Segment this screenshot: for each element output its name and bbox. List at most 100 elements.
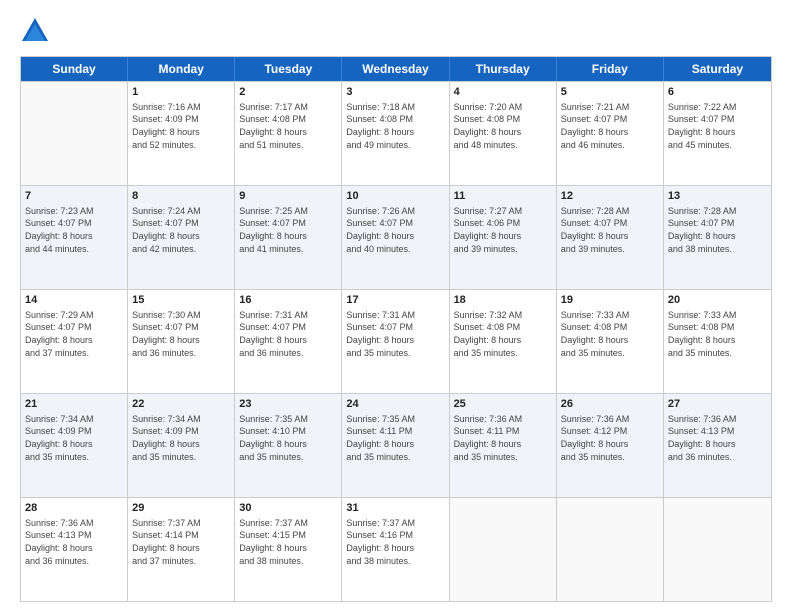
day-number: 19 <box>561 293 659 308</box>
day-number: 4 <box>454 85 552 100</box>
day-number: 24 <box>346 397 444 412</box>
day-info: Sunrise: 7:27 AM Sunset: 4:06 PM Dayligh… <box>454 205 552 255</box>
day-info: Sunrise: 7:32 AM Sunset: 4:08 PM Dayligh… <box>454 309 552 359</box>
day-number: 11 <box>454 189 552 204</box>
day-info: Sunrise: 7:28 AM Sunset: 4:07 PM Dayligh… <box>561 205 659 255</box>
calendar-cell-2-5: 19Sunrise: 7:33 AM Sunset: 4:08 PM Dayli… <box>557 290 664 393</box>
calendar-cell-2-3: 17Sunrise: 7:31 AM Sunset: 4:07 PM Dayli… <box>342 290 449 393</box>
day-number: 5 <box>561 85 659 100</box>
calendar-cell-1-0: 7Sunrise: 7:23 AM Sunset: 4:07 PM Daylig… <box>21 186 128 289</box>
calendar-cell-3-4: 25Sunrise: 7:36 AM Sunset: 4:11 PM Dayli… <box>450 394 557 497</box>
weekday-header-monday: Monday <box>128 57 235 81</box>
calendar-cell-1-3: 10Sunrise: 7:26 AM Sunset: 4:07 PM Dayli… <box>342 186 449 289</box>
calendar-row-4: 28Sunrise: 7:36 AM Sunset: 4:13 PM Dayli… <box>21 497 771 601</box>
day-info: Sunrise: 7:36 AM Sunset: 4:11 PM Dayligh… <box>454 413 552 463</box>
day-info: Sunrise: 7:36 AM Sunset: 4:12 PM Dayligh… <box>561 413 659 463</box>
day-number: 31 <box>346 501 444 516</box>
day-info: Sunrise: 7:33 AM Sunset: 4:08 PM Dayligh… <box>561 309 659 359</box>
calendar-row-3: 21Sunrise: 7:34 AM Sunset: 4:09 PM Dayli… <box>21 393 771 497</box>
weekday-header-tuesday: Tuesday <box>235 57 342 81</box>
page: SundayMondayTuesdayWednesdayThursdayFrid… <box>0 0 792 612</box>
calendar-cell-1-5: 12Sunrise: 7:28 AM Sunset: 4:07 PM Dayli… <box>557 186 664 289</box>
weekday-header-thursday: Thursday <box>450 57 557 81</box>
calendar-row-1: 7Sunrise: 7:23 AM Sunset: 4:07 PM Daylig… <box>21 185 771 289</box>
day-number: 28 <box>25 501 123 516</box>
calendar-cell-1-6: 13Sunrise: 7:28 AM Sunset: 4:07 PM Dayli… <box>664 186 771 289</box>
day-number: 9 <box>239 189 337 204</box>
logo <box>20 16 54 46</box>
calendar-cell-4-2: 30Sunrise: 7:37 AM Sunset: 4:15 PM Dayli… <box>235 498 342 601</box>
day-info: Sunrise: 7:31 AM Sunset: 4:07 PM Dayligh… <box>346 309 444 359</box>
calendar-row-0: 1Sunrise: 7:16 AM Sunset: 4:09 PM Daylig… <box>21 81 771 185</box>
day-number: 21 <box>25 397 123 412</box>
calendar-cell-0-6: 6Sunrise: 7:22 AM Sunset: 4:07 PM Daylig… <box>664 82 771 185</box>
calendar-cell-0-5: 5Sunrise: 7:21 AM Sunset: 4:07 PM Daylig… <box>557 82 664 185</box>
day-number: 16 <box>239 293 337 308</box>
calendar-row-2: 14Sunrise: 7:29 AM Sunset: 4:07 PM Dayli… <box>21 289 771 393</box>
day-number: 13 <box>668 189 767 204</box>
calendar-cell-3-5: 26Sunrise: 7:36 AM Sunset: 4:12 PM Dayli… <box>557 394 664 497</box>
calendar-cell-2-0: 14Sunrise: 7:29 AM Sunset: 4:07 PM Dayli… <box>21 290 128 393</box>
calendar-cell-4-4 <box>450 498 557 601</box>
day-info: Sunrise: 7:23 AM Sunset: 4:07 PM Dayligh… <box>25 205 123 255</box>
day-info: Sunrise: 7:36 AM Sunset: 4:13 PM Dayligh… <box>668 413 767 463</box>
weekday-header-sunday: Sunday <box>21 57 128 81</box>
logo-icon <box>20 16 50 46</box>
day-number: 15 <box>132 293 230 308</box>
weekday-header-wednesday: Wednesday <box>342 57 449 81</box>
calendar-cell-2-6: 20Sunrise: 7:33 AM Sunset: 4:08 PM Dayli… <box>664 290 771 393</box>
day-number: 1 <box>132 85 230 100</box>
day-number: 3 <box>346 85 444 100</box>
calendar: SundayMondayTuesdayWednesdayThursdayFrid… <box>20 56 772 602</box>
weekday-header-friday: Friday <box>557 57 664 81</box>
calendar-cell-2-4: 18Sunrise: 7:32 AM Sunset: 4:08 PM Dayli… <box>450 290 557 393</box>
day-info: Sunrise: 7:30 AM Sunset: 4:07 PM Dayligh… <box>132 309 230 359</box>
day-info: Sunrise: 7:24 AM Sunset: 4:07 PM Dayligh… <box>132 205 230 255</box>
day-number: 8 <box>132 189 230 204</box>
day-info: Sunrise: 7:35 AM Sunset: 4:10 PM Dayligh… <box>239 413 337 463</box>
day-info: Sunrise: 7:37 AM Sunset: 4:14 PM Dayligh… <box>132 517 230 567</box>
calendar-cell-4-6 <box>664 498 771 601</box>
day-number: 10 <box>346 189 444 204</box>
day-number: 14 <box>25 293 123 308</box>
calendar-cell-0-1: 1Sunrise: 7:16 AM Sunset: 4:09 PM Daylig… <box>128 82 235 185</box>
calendar-cell-4-5 <box>557 498 664 601</box>
day-info: Sunrise: 7:20 AM Sunset: 4:08 PM Dayligh… <box>454 101 552 151</box>
day-info: Sunrise: 7:35 AM Sunset: 4:11 PM Dayligh… <box>346 413 444 463</box>
day-info: Sunrise: 7:17 AM Sunset: 4:08 PM Dayligh… <box>239 101 337 151</box>
day-number: 6 <box>668 85 767 100</box>
calendar-cell-2-1: 15Sunrise: 7:30 AM Sunset: 4:07 PM Dayli… <box>128 290 235 393</box>
day-info: Sunrise: 7:21 AM Sunset: 4:07 PM Dayligh… <box>561 101 659 151</box>
calendar-body: 1Sunrise: 7:16 AM Sunset: 4:09 PM Daylig… <box>21 81 771 601</box>
calendar-cell-3-2: 23Sunrise: 7:35 AM Sunset: 4:10 PM Dayli… <box>235 394 342 497</box>
day-info: Sunrise: 7:29 AM Sunset: 4:07 PM Dayligh… <box>25 309 123 359</box>
day-info: Sunrise: 7:34 AM Sunset: 4:09 PM Dayligh… <box>132 413 230 463</box>
day-info: Sunrise: 7:37 AM Sunset: 4:15 PM Dayligh… <box>239 517 337 567</box>
day-info: Sunrise: 7:34 AM Sunset: 4:09 PM Dayligh… <box>25 413 123 463</box>
day-number: 29 <box>132 501 230 516</box>
header <box>20 16 772 46</box>
day-info: Sunrise: 7:22 AM Sunset: 4:07 PM Dayligh… <box>668 101 767 151</box>
day-number: 30 <box>239 501 337 516</box>
day-number: 18 <box>454 293 552 308</box>
day-number: 7 <box>25 189 123 204</box>
calendar-cell-4-0: 28Sunrise: 7:36 AM Sunset: 4:13 PM Dayli… <box>21 498 128 601</box>
calendar-cell-0-4: 4Sunrise: 7:20 AM Sunset: 4:08 PM Daylig… <box>450 82 557 185</box>
calendar-cell-1-1: 8Sunrise: 7:24 AM Sunset: 4:07 PM Daylig… <box>128 186 235 289</box>
calendar-cell-2-2: 16Sunrise: 7:31 AM Sunset: 4:07 PM Dayli… <box>235 290 342 393</box>
calendar-cell-3-0: 21Sunrise: 7:34 AM Sunset: 4:09 PM Dayli… <box>21 394 128 497</box>
day-number: 12 <box>561 189 659 204</box>
day-number: 20 <box>668 293 767 308</box>
calendar-cell-4-1: 29Sunrise: 7:37 AM Sunset: 4:14 PM Dayli… <box>128 498 235 601</box>
day-info: Sunrise: 7:18 AM Sunset: 4:08 PM Dayligh… <box>346 101 444 151</box>
day-number: 17 <box>346 293 444 308</box>
calendar-cell-3-6: 27Sunrise: 7:36 AM Sunset: 4:13 PM Dayli… <box>664 394 771 497</box>
day-info: Sunrise: 7:16 AM Sunset: 4:09 PM Dayligh… <box>132 101 230 151</box>
calendar-cell-1-4: 11Sunrise: 7:27 AM Sunset: 4:06 PM Dayli… <box>450 186 557 289</box>
day-number: 27 <box>668 397 767 412</box>
calendar-cell-1-2: 9Sunrise: 7:25 AM Sunset: 4:07 PM Daylig… <box>235 186 342 289</box>
day-info: Sunrise: 7:25 AM Sunset: 4:07 PM Dayligh… <box>239 205 337 255</box>
calendar-cell-0-3: 3Sunrise: 7:18 AM Sunset: 4:08 PM Daylig… <box>342 82 449 185</box>
day-info: Sunrise: 7:31 AM Sunset: 4:07 PM Dayligh… <box>239 309 337 359</box>
calendar-cell-3-1: 22Sunrise: 7:34 AM Sunset: 4:09 PM Dayli… <box>128 394 235 497</box>
